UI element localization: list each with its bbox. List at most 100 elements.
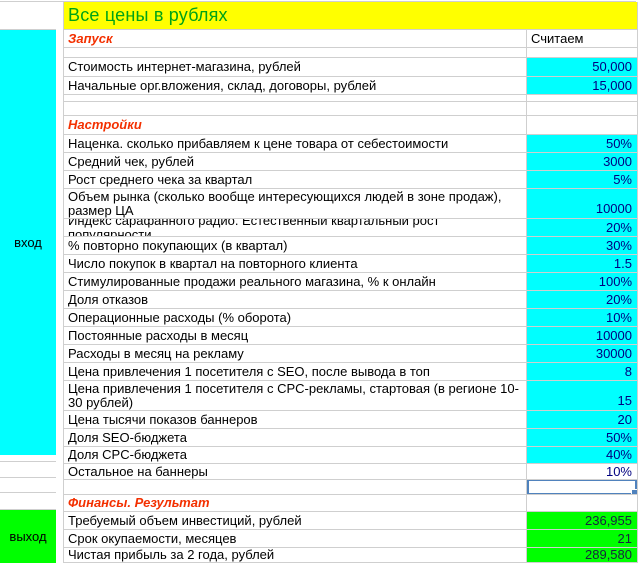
sheet-row-item: Расходы в месяц на рекламу30000 xyxy=(64,345,637,363)
input-rail-cell[interactable]: вход xyxy=(0,30,56,455)
row-label-cell[interactable]: Доля SEO-бюджета xyxy=(64,429,526,446)
sheet-row-item: Индекс сарафанного радио. Естественный к… xyxy=(64,219,637,237)
row-label-cell[interactable]: Остальное на баннеры xyxy=(64,464,526,479)
sheet-row-item: Чистая прибыль за 2 года, рублей289,580 xyxy=(64,548,637,563)
sheet-row-item: Доля SEO-бюджета50% xyxy=(64,429,637,447)
input-value-cell[interactable]: 10000 xyxy=(526,189,637,218)
value-cell[interactable] xyxy=(526,102,637,115)
active-cell-selection[interactable] xyxy=(527,480,637,494)
row-label-cell[interactable]: Цена привлечения 1 посетителя с SEO, пос… xyxy=(64,363,526,380)
empty-label-cell[interactable] xyxy=(64,480,526,494)
spreadsheet: вход выход Все цены в рубляхЗапускСчитае… xyxy=(0,0,640,563)
input-value-cell[interactable]: 3000 xyxy=(526,153,637,170)
input-value-cell[interactable]: 10% xyxy=(526,309,637,326)
value-cell[interactable] xyxy=(526,48,637,57)
row-label-cell[interactable]: Объем рынка (сколько вообще интересующих… xyxy=(64,189,526,218)
sheet-row-item: Объем рынка (сколько вообще интересующих… xyxy=(64,189,637,219)
sheet-row-empty xyxy=(64,48,637,58)
sheet-row-item: Средний чек, рублей3000 xyxy=(64,153,637,171)
row-label-cell[interactable]: Расходы в месяц на рекламу xyxy=(64,345,526,362)
sheet-row-item: Наценка. сколько прибавляем к цене товар… xyxy=(64,135,637,153)
input-value-cell[interactable]: 30000 xyxy=(526,345,637,362)
input-rail-label: вход xyxy=(14,235,42,250)
input-value-cell[interactable]: 50% xyxy=(526,135,637,152)
result-value-cell[interactable]: 236,955 xyxy=(526,512,637,529)
row-label-cell[interactable]: Стимулированные продажи реального магази… xyxy=(64,273,526,290)
row-label-cell[interactable]: Число покупок в квартал на повторного кл… xyxy=(64,255,526,272)
rail-empty-cell[interactable] xyxy=(0,462,56,478)
result-value-cell[interactable]: 21 xyxy=(526,530,637,547)
input-value-cell[interactable]: 15,000 xyxy=(526,77,637,94)
input-value-cell[interactable]: 30% xyxy=(526,237,637,254)
input-value-cell[interactable]: 10000 xyxy=(526,327,637,344)
sheet-row-item: Постоянные расходы в месяц10000 xyxy=(64,327,637,345)
input-value-cell[interactable]: 50,000 xyxy=(526,58,637,76)
sheet-row-item: Требуемый объем инвестиций, рублей236,95… xyxy=(64,512,637,530)
input-value-cell[interactable]: 20% xyxy=(526,291,637,308)
row-label-cell[interactable]: Цена тысячи показов баннеров xyxy=(64,411,526,428)
row-label-cell[interactable]: Постоянные расходы в месяц xyxy=(64,327,526,344)
output-rail-cell[interactable]: выход xyxy=(0,510,56,563)
row-label-cell[interactable]: Чистая прибыль за 2 года, рублей xyxy=(64,548,526,562)
input-value-cell[interactable]: 50% xyxy=(526,429,637,446)
empty-label-cell[interactable] xyxy=(64,48,526,57)
sheet-row-section: Настройки xyxy=(64,116,637,135)
section-header-cell[interactable]: Запуск xyxy=(64,30,526,47)
value-cell[interactable] xyxy=(526,495,637,511)
sheet-row-item: Число покупок в квартал на повторного кл… xyxy=(64,255,637,273)
rail-empty-cell[interactable] xyxy=(0,478,56,493)
input-value-cell[interactable]: 100% xyxy=(526,273,637,290)
corner-cell[interactable] xyxy=(0,2,56,30)
section-header-cell[interactable]: Финансы. Результат xyxy=(64,495,526,511)
sheet-row-empty xyxy=(64,102,637,116)
value-cell[interactable] xyxy=(526,95,637,101)
sheet-row-item: Стоимость интернет-магазина, рублей50,00… xyxy=(64,58,637,77)
row-label-cell[interactable]: Индекс сарафанного радио. Естественный к… xyxy=(64,219,526,236)
input-value-cell[interactable]: 20% xyxy=(526,219,637,236)
value-column-header-cell[interactable]: Считаем xyxy=(526,30,637,47)
sheet-row-item: Цена привлечения 1 посетителя с CPC-рекл… xyxy=(64,381,637,411)
input-value-cell[interactable]: 20 xyxy=(526,411,637,428)
input-value-cell[interactable]: 1.5 xyxy=(526,255,637,272)
row-label-cell[interactable]: Начальные орг.вложения, склад, договоры,… xyxy=(64,77,526,94)
row-label-cell[interactable]: Цена привлечения 1 посетителя с CPC-рекл… xyxy=(64,381,526,410)
row-label-cell[interactable]: Требуемый объем инвестиций, рублей xyxy=(64,512,526,529)
selected-value-cell[interactable] xyxy=(526,480,637,494)
output-rail-label: выход xyxy=(9,529,46,544)
sheet-row-empty xyxy=(64,95,637,102)
sheet-row-item: Начальные орг.вложения, склад, договоры,… xyxy=(64,77,637,95)
sheet-row-item: Доля отказов20% xyxy=(64,291,637,309)
sheet-row-item: Операционные расходы (% оборота)10% xyxy=(64,309,637,327)
row-label-cell[interactable]: Срок окупаемости, месяцев xyxy=(64,530,526,547)
empty-label-cell[interactable] xyxy=(64,102,526,115)
page-title[interactable]: Все цены в рублях xyxy=(64,2,637,29)
input-value-cell[interactable]: 40% xyxy=(526,447,637,463)
left-rail: вход выход xyxy=(0,2,56,563)
row-label-cell[interactable]: Наценка. сколько прибавляем к цене товар… xyxy=(64,135,526,152)
sheet-row-item: Цена тысячи показов баннеров20 xyxy=(64,411,637,429)
sheet-table: Все цены в рубляхЗапускСчитаемСтоимость … xyxy=(63,2,638,563)
sheet-row-item: Цена привлечения 1 посетителя с SEO, пос… xyxy=(64,363,637,381)
rail-empty-cell[interactable] xyxy=(0,455,56,462)
selection-fill-handle[interactable] xyxy=(631,489,637,494)
sheet-row-item: Стимулированные продажи реального магази… xyxy=(64,273,637,291)
row-label-cell[interactable]: Доля CPC-бюджета xyxy=(64,447,526,463)
sheet-row-title: Все цены в рублях xyxy=(64,2,637,30)
row-label-cell[interactable]: Доля отказов xyxy=(64,291,526,308)
row-label-cell[interactable]: Стоимость интернет-магазина, рублей xyxy=(64,58,526,76)
input-value-cell[interactable]: 8 xyxy=(526,363,637,380)
sheet-row-item: Остальное на баннеры10% xyxy=(64,464,637,480)
value-cell[interactable]: 10% xyxy=(526,464,637,479)
row-label-cell[interactable]: % повторно покупающих (в квартал) xyxy=(64,237,526,254)
empty-label-cell[interactable] xyxy=(64,95,526,101)
input-value-cell[interactable]: 5% xyxy=(526,171,637,188)
result-value-cell[interactable]: 289,580 xyxy=(526,548,637,562)
row-label-cell[interactable]: Рост среднего чека за квартал xyxy=(64,171,526,188)
input-value-cell[interactable]: 15 xyxy=(526,381,637,410)
row-label-cell[interactable]: Операционные расходы (% оборота) xyxy=(64,309,526,326)
rail-empty-cell[interactable] xyxy=(0,493,56,510)
section-header-cell[interactable]: Настройки xyxy=(64,116,526,134)
value-cell[interactable] xyxy=(526,116,637,134)
sheet-row-section: Финансы. Результат xyxy=(64,495,637,512)
row-label-cell[interactable]: Средний чек, рублей xyxy=(64,153,526,170)
